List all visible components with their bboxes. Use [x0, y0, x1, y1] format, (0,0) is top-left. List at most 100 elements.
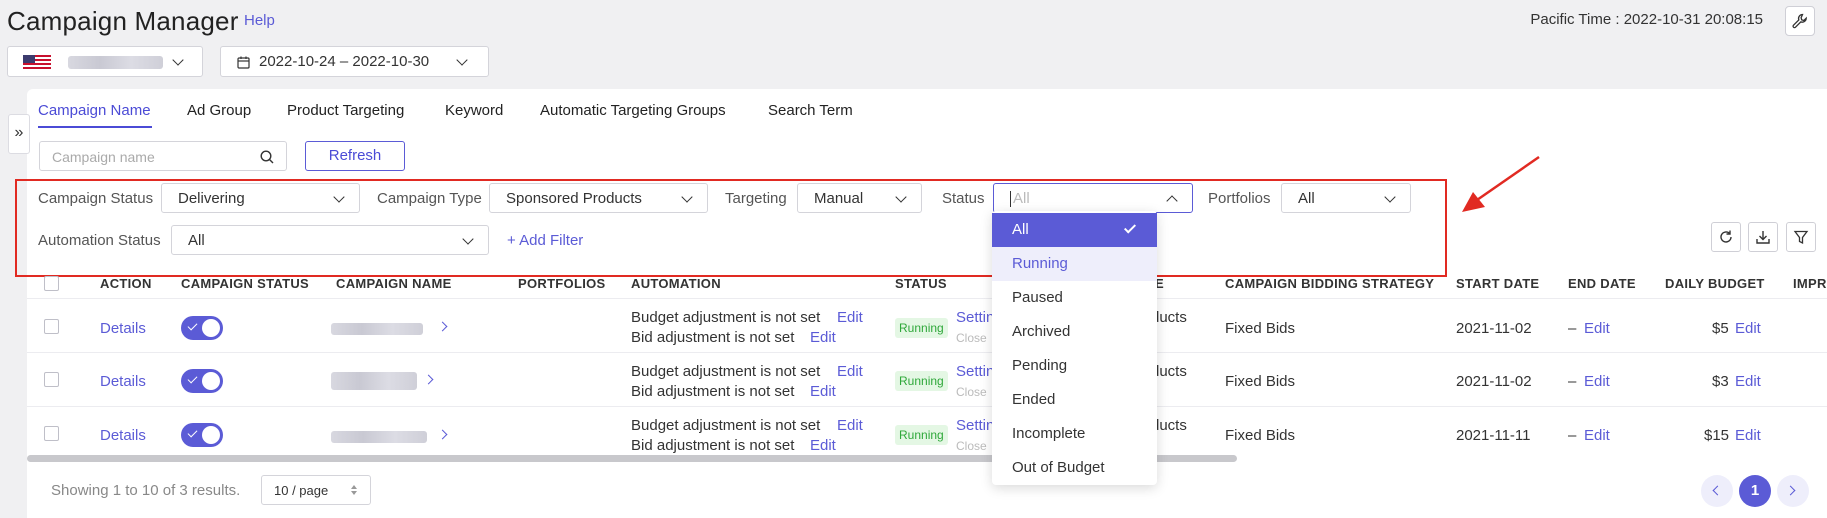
page-size-select[interactable]: 10 / page	[261, 475, 371, 505]
settings-button[interactable]	[1785, 6, 1815, 36]
status-option-incomplete[interactable]: Incomplete	[992, 417, 1157, 451]
edit-end-date-link[interactable]: Edit	[1584, 320, 1610, 337]
tab-ad-group[interactable]: Ad Group	[187, 102, 251, 119]
edit-budget-adjustment-link[interactable]: Edit	[837, 417, 863, 434]
tab-keyword[interactable]: Keyword	[445, 102, 503, 119]
header-status[interactable]: STATUS	[895, 276, 947, 291]
edit-budget-adjustment-link[interactable]: Edit	[837, 309, 863, 326]
next-page-button[interactable]	[1777, 475, 1809, 507]
refresh-button[interactable]: Refresh	[305, 141, 405, 171]
active-tab-indicator	[38, 126, 152, 128]
status-badge: Running	[895, 371, 948, 391]
status-option-archived[interactable]: Archived	[992, 315, 1157, 349]
edit-end-date-link[interactable]: Edit	[1584, 427, 1610, 444]
annotation-highlight-box	[15, 179, 1447, 277]
status-option-paused[interactable]: Paused	[992, 281, 1157, 315]
edit-budget-adjustment-link[interactable]: Edit	[837, 363, 863, 380]
settings-link[interactable]: Settin	[956, 309, 994, 326]
bid-adjustment-text: Bid adjustment is not set	[631, 329, 795, 346]
page-1-button[interactable]: 1	[1739, 475, 1771, 507]
edit-bid-adjustment-link[interactable]: Edit	[810, 437, 836, 454]
header-bidding-strategy[interactable]: CAMPAIGN BIDDING STRATEGY	[1225, 276, 1434, 291]
header-start-date[interactable]: START DATE	[1456, 276, 1539, 291]
check-icon	[1123, 221, 1137, 234]
campaign-name-search-input[interactable]: Campaign name	[39, 141, 287, 171]
campaign-status-toggle[interactable]	[181, 316, 223, 340]
start-date-text: 2021-11-02	[1456, 320, 1532, 337]
tab-campaign-name[interactable]: Campaign Name	[38, 102, 151, 119]
header-end-date[interactable]: END DATE	[1568, 276, 1636, 291]
tab-search-term[interactable]: Search Term	[768, 102, 853, 119]
status-option-all[interactable]: All	[992, 213, 1157, 247]
status-option-out-of-budget[interactable]: Out of Budget	[992, 451, 1157, 485]
bidding-strategy-text: Fixed Bids	[1225, 373, 1296, 390]
header-campaign-name[interactable]: CAMPAIGN NAME	[336, 276, 452, 291]
edit-daily-budget-link[interactable]: Edit	[1735, 427, 1761, 444]
details-link[interactable]: Details	[100, 320, 146, 337]
edit-bid-adjustment-link[interactable]: Edit	[810, 383, 836, 400]
blurred-campaign-name	[331, 431, 427, 443]
blurred-account-name	[68, 56, 163, 69]
page-size-value: 10 / page	[274, 483, 329, 498]
budget-adjustment-text: Budget adjustment is not set	[631, 363, 821, 380]
bidding-strategy-text: Fixed Bids	[1225, 320, 1296, 337]
help-link[interactable]: Help	[244, 12, 275, 29]
download-button[interactable]	[1748, 222, 1778, 252]
close-link[interactable]: Close	[956, 331, 987, 345]
row-checkbox[interactable]	[44, 372, 59, 387]
campaign-status-toggle[interactable]	[181, 423, 223, 447]
header-impressions[interactable]: IMPRE	[1793, 276, 1827, 291]
details-link[interactable]: Details	[100, 373, 146, 390]
settings-link[interactable]: Settin	[956, 417, 994, 434]
page-title: Campaign Manager	[7, 6, 239, 36]
results-summary: Showing 1 to 10 of 3 results.	[51, 482, 241, 499]
download-icon	[1756, 231, 1770, 244]
toggle-knob	[202, 426, 220, 444]
daily-budget-text: $5	[1712, 320, 1729, 337]
status-option-ended[interactable]: Ended	[992, 383, 1157, 417]
date-range-value: 2022-10-24 – 2022-10-30	[259, 53, 430, 70]
header-daily-budget[interactable]: DAILY BUDGET	[1665, 276, 1765, 291]
row-checkbox[interactable]	[44, 319, 59, 334]
previous-page-button[interactable]	[1701, 475, 1733, 507]
start-date-text: 2021-11-11	[1456, 427, 1531, 444]
status-option-running[interactable]: Running	[992, 247, 1157, 281]
edit-daily-budget-link[interactable]: Edit	[1735, 373, 1761, 390]
close-link[interactable]: Close	[956, 439, 987, 453]
header-automation: AUTOMATION	[631, 276, 721, 291]
campaign-status-toggle[interactable]	[181, 369, 223, 393]
tab-automatic-targeting-groups[interactable]: Automatic Targeting Groups	[540, 102, 726, 119]
row-divider	[27, 406, 1827, 407]
row-checkbox[interactable]	[44, 426, 59, 441]
edit-end-date-link[interactable]: Edit	[1584, 373, 1610, 390]
select-all-checkbox[interactable]	[44, 276, 59, 291]
bid-adjustment-text: Bid adjustment is not set	[631, 437, 795, 454]
status-badge: Running	[895, 425, 948, 445]
date-range-picker[interactable]: 2022-10-24 – 2022-10-30	[220, 46, 489, 77]
end-date-text: –	[1568, 320, 1577, 337]
column-filter-button[interactable]	[1786, 222, 1816, 252]
reload-table-button[interactable]	[1711, 222, 1741, 252]
blurred-campaign-name	[331, 323, 423, 335]
refresh-icon	[1720, 230, 1732, 243]
tab-product-targeting[interactable]: Product Targeting	[287, 102, 404, 119]
double-chevron-right-icon: »	[14, 124, 24, 141]
toggle-knob	[202, 372, 220, 390]
details-link[interactable]: Details	[100, 427, 146, 444]
close-link[interactable]: Close	[956, 385, 987, 399]
chevron-down-icon	[172, 54, 184, 66]
edit-daily-budget-link[interactable]: Edit	[1735, 320, 1761, 337]
header-campaign-status: CAMPAIGN STATUS	[181, 276, 309, 291]
settings-link[interactable]: Settin	[956, 363, 994, 380]
end-date-text: –	[1568, 427, 1577, 444]
edit-bid-adjustment-link[interactable]: Edit	[810, 329, 836, 346]
us-flag-icon	[23, 55, 51, 70]
daily-budget-text: $3	[1712, 373, 1729, 390]
wrench-icon	[1792, 13, 1807, 29]
expand-sidebar-button[interactable]: »	[8, 114, 30, 154]
marketplace-select[interactable]	[7, 46, 203, 77]
option-label: All	[1012, 221, 1029, 238]
status-option-pending[interactable]: Pending	[992, 349, 1157, 383]
bid-adjustment-text: Bid adjustment is not set	[631, 383, 795, 400]
header-portfolios[interactable]: PORTFOLIOS	[518, 276, 606, 291]
